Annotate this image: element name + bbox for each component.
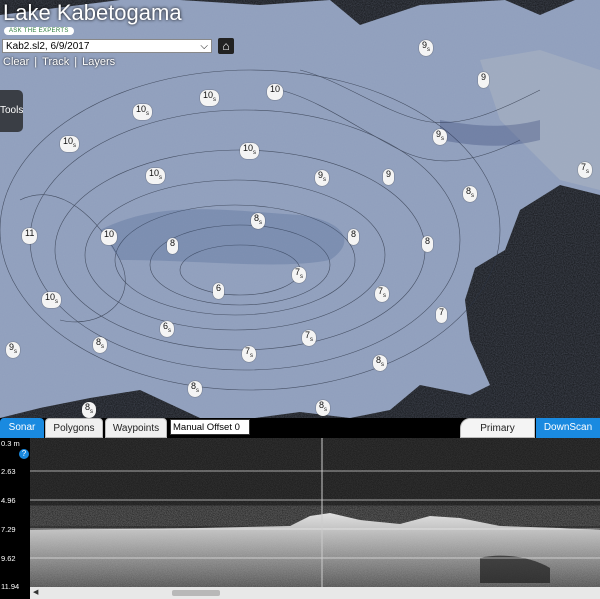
depth-tick: 0.3 m [1,439,20,448]
bottom-tab-bar: Sonar Polygons Waypoints Manual Offset 0… [0,418,600,448]
scrollbar-thumb[interactable] [172,590,220,596]
depth-label: 8s [93,337,108,353]
depth-label: 11 [22,228,38,244]
depth-label: 8s [251,213,266,229]
depth-label: 7s [302,330,317,346]
home-button[interactable]: ⌂ [218,38,234,54]
depth-label: 8s [316,400,331,416]
track-link[interactable]: Track [42,56,69,68]
tab-sonar[interactable]: Sonar [0,418,44,438]
clear-link[interactable]: Clear [3,56,29,68]
depth-label: 10s [42,292,62,308]
depth-label: 9 [478,72,490,88]
tab-downscan[interactable]: DownScan [536,418,600,438]
depth-label: 8 [348,229,360,245]
layers-link[interactable]: Layers [82,56,115,68]
separator: | [34,56,38,68]
map-links: Clear | Track | Layers [3,56,115,68]
depth-label: 7s [578,162,593,178]
tab-polygons[interactable]: Polygons [45,418,103,438]
depth-label: 10s [60,136,80,152]
depth-label: 10 [267,84,284,100]
depth-tick: 9.62 [1,554,16,563]
tools-button[interactable]: Tools [0,90,23,132]
tab-primary[interactable]: Primary [460,418,535,438]
depth-tick: 2.63 [1,467,16,476]
depth-label: 10s [146,168,166,184]
help-icon[interactable]: ? [19,449,29,459]
depth-label: 9s [6,342,21,358]
depth-label: 9 [383,169,395,185]
depth-label: 10 [101,229,118,245]
sonar-scrollbar[interactable]: ◀ [30,587,600,599]
depth-label: 8s [188,381,203,397]
depth-label: 10s [240,143,260,159]
depth-label: 9s [315,170,330,186]
depth-label: 10s [133,104,153,120]
home-icon: ⌂ [222,39,230,53]
depth-label: 7s [375,286,390,302]
sonar-image [30,438,600,587]
depth-tick: 4.96 [1,496,16,505]
depth-label: 7 [436,307,448,323]
depth-tick: 7.29 [1,525,16,534]
scroll-left-icon[interactable]: ◀ [33,587,38,599]
depth-label: 6s [160,321,175,337]
survey-file-select[interactable]: Kab2.sl2, 6/9/2017 ⌵ [2,39,212,53]
depth-label: 9s [419,40,434,56]
depth-tick: 11.94 [1,582,20,591]
ask-experts-badge[interactable]: ASK THE EXPERTS [4,27,74,35]
separator: | [74,56,78,68]
depth-label: 8s [373,355,388,371]
depth-label: 10s [200,90,220,106]
map-view[interactable]: Lake Kabetogama ASK THE EXPERTS Kab2.sl2… [0,0,600,418]
sonar-panel[interactable]: 0.3 m 2.63 4.96 7.29 9.62 11.94 ? ◀ [0,438,600,599]
depth-label: 8s [463,186,478,202]
depth-label: 7s [292,267,307,283]
depth-label: 7s [242,346,257,362]
depth-label: 9s [433,129,448,145]
depth-label: 8 [167,238,179,254]
chevron-down-icon: ⌵ [200,41,208,52]
manual-offset-field[interactable]: Manual Offset 0 m [170,419,250,448]
depth-label: 8s [82,402,97,418]
lake-title: Lake Kabetogama [3,0,182,25]
tab-waypoints[interactable]: Waypoints [105,418,167,438]
depth-axis: 0.3 m 2.63 4.96 7.29 9.62 11.94 ? [0,438,30,599]
depth-label: 8 [422,236,434,252]
survey-file-value: Kab2.sl2, 6/9/2017 [6,41,90,52]
depth-label: 6 [213,283,225,299]
